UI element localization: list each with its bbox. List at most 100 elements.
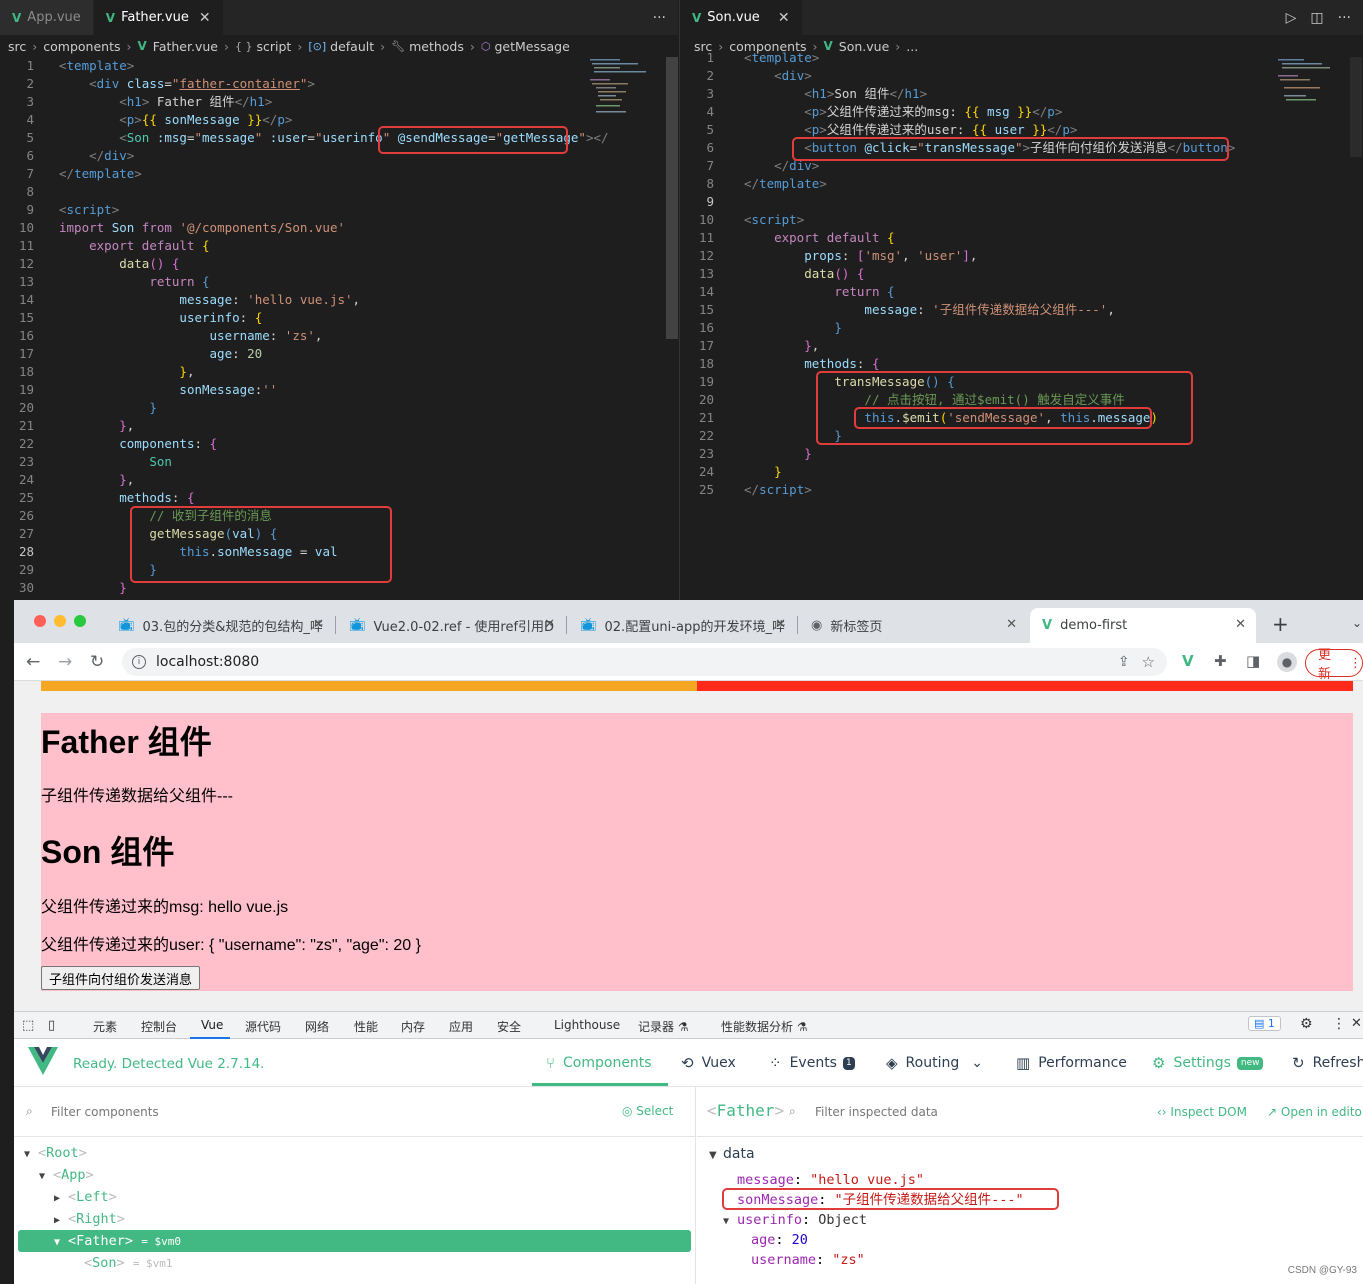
code-line[interactable]: 16 } (680, 319, 1363, 337)
breadcrumb-default[interactable]: default (330, 39, 374, 54)
send-message-button[interactable]: 子组件向付组价发送消息 (41, 966, 201, 990)
data-row-userinfo[interactable]: ▼ userinfo: Object (723, 1210, 867, 1230)
code-line[interactable]: 6 </div> (0, 147, 678, 165)
inspect-element-icon[interactable]: ⬚ (22, 1018, 34, 1033)
code-line[interactable]: 24 } (680, 463, 1363, 481)
components-nav[interactable]: ⑂ Components (546, 1054, 652, 1072)
code-line[interactable]: 23 Son (0, 453, 678, 471)
devtools-tab-network[interactable]: 网络 (305, 1018, 329, 1035)
code-line[interactable]: 14 return { (680, 283, 1363, 301)
browser-tab-demo-first[interactable]: Vdemo-first ✕ (1030, 608, 1256, 643)
minimap[interactable] (588, 57, 658, 117)
profile-avatar[interactable]: ● (1277, 652, 1297, 672)
close-icon[interactable]: ✕ (778, 10, 790, 26)
devtools-tab-performance[interactable]: 性能 (354, 1018, 378, 1035)
tab-search-icon[interactable]: ⌄ (1352, 616, 1362, 630)
close-icon[interactable]: ✕ (1006, 617, 1017, 632)
devtools-tab-memory[interactable]: 内存 (401, 1018, 425, 1035)
extensions-icon[interactable]: ✚ (1214, 652, 1227, 670)
open-in-editor-button[interactable]: ↗ Open in editor (1267, 1105, 1363, 1119)
forward-icon[interactable]: → (58, 652, 72, 672)
close-icon[interactable]: ✕ (775, 617, 786, 632)
browser-tab-3[interactable]: 📺︎ 02.配置uni-app的开发环境_哔 ✕ (568, 608, 796, 643)
maximize-window-button[interactable] (74, 615, 86, 627)
code-line[interactable]: 5 <Son :msg="message" :user="userinfo" @… (0, 129, 678, 147)
browser-tab-2[interactable]: 📺︎ Vue2.0-02.ref - 使用ref引用D ✕ (337, 608, 565, 643)
code-line[interactable]: 17 }, (680, 337, 1363, 355)
device-toolbar-icon[interactable]: ▯ (48, 1018, 55, 1033)
devtools-tab-performance-insights[interactable]: 性能数据分析 ⚗ (721, 1018, 808, 1035)
devtools-tab-elements[interactable]: 元素 (93, 1018, 117, 1035)
update-button[interactable]: 更新 ⋮ (1305, 648, 1363, 682)
more-icon[interactable]: ··· (1338, 10, 1351, 26)
code-line[interactable]: 25 methods: { (0, 489, 678, 507)
address-bar[interactable]: i localhost:8080 ⇪ ☆ (122, 648, 1167, 676)
code-line[interactable]: 12 props: ['msg', 'user'], (680, 247, 1363, 265)
more-vertical-icon[interactable]: ⋮ (1332, 1016, 1346, 1032)
performance-nav[interactable]: ▥ Performance (1016, 1054, 1127, 1072)
editor-scrollbar[interactable] (1350, 57, 1362, 157)
devtools-tab-security[interactable]: 安全 (497, 1018, 521, 1035)
site-info-icon[interactable]: i (132, 655, 146, 669)
code-line[interactable]: 11 export default { (680, 229, 1363, 247)
data-section-toggle[interactable]: ▼ data (709, 1144, 755, 1164)
bookmark-star-icon[interactable]: ☆ (1142, 653, 1155, 671)
inspect-dom-button[interactable]: ‹› Inspect DOM (1157, 1105, 1247, 1119)
code-line[interactable]: 12 data() { (0, 255, 678, 273)
close-window-button[interactable] (34, 615, 46, 627)
reload-icon[interactable]: ↻ (90, 652, 104, 672)
breadcrumb-methods[interactable]: methods (409, 39, 464, 54)
data-row-username[interactable]: username: "zs" (751, 1250, 865, 1270)
tree-node-left[interactable]: ▶ <Left> (54, 1186, 735, 1208)
share-icon[interactable]: ⇪ (1118, 654, 1130, 670)
data-row-age[interactable]: age: 20 (751, 1230, 808, 1250)
settings-nav[interactable]: ⚙ Settings new (1152, 1054, 1264, 1072)
more-icon[interactable]: ··· (653, 10, 666, 26)
code-line[interactable]: 2 <div> (680, 67, 1363, 85)
select-component-button[interactable]: ◎ Select (622, 1104, 673, 1118)
gear-icon[interactable]: ⚙ (1300, 1016, 1313, 1032)
code-line[interactable]: 25 </script> (680, 481, 1363, 499)
code-line[interactable]: 3 <h1> Father 组件</h1> (0, 93, 678, 111)
code-line[interactable]: 21 }, (0, 417, 678, 435)
breadcrumb-components[interactable]: components (43, 39, 120, 54)
code-line[interactable]: 10 import Son from '@/components/Son.vue' (0, 219, 678, 237)
code-line[interactable]: 15 message: '子组件传递数据给父组件---', (680, 301, 1363, 319)
code-line[interactable]: 10 <script> (680, 211, 1363, 229)
code-line[interactable]: 14 message: 'hello vue.js', (0, 291, 678, 309)
code-line[interactable]: 7 </template> (0, 165, 678, 183)
tree-node-right[interactable]: ▶ <Right> (54, 1208, 735, 1230)
issues-badge[interactable]: ▤ 1 (1248, 1016, 1281, 1031)
code-line[interactable]: 11 export default { (0, 237, 678, 255)
code-line[interactable]: 8 </template> (680, 175, 1363, 193)
code-line[interactable]: 13 data() { (680, 265, 1363, 283)
tree-node-father[interactable]: ▼ <Father> = $vm0 (18, 1230, 691, 1252)
data-row-message[interactable]: message: "hello vue.js" (737, 1170, 924, 1190)
code-line[interactable]: 20 } (0, 399, 678, 417)
code-line[interactable]: 13 return { (0, 273, 678, 291)
code-line[interactable]: 3 <h1>Son 组件</h1> (680, 85, 1363, 103)
code-line[interactable]: 24 }, (0, 471, 678, 489)
code-line[interactable]: 16 username: 'zs', (0, 327, 678, 345)
minimize-window-button[interactable] (54, 615, 66, 627)
code-line[interactable]: 1 <template> (0, 57, 678, 75)
code-line[interactable]: 18 }, (0, 363, 678, 381)
close-icon[interactable]: ✕ (313, 617, 324, 632)
editor-scrollbar[interactable] (666, 57, 678, 339)
code-line[interactable]: 22 components: { (0, 435, 678, 453)
code-line[interactable]: 17 age: 20 (0, 345, 678, 363)
devtools-tab-sources[interactable]: 源代码 (245, 1018, 281, 1035)
browser-tab-4[interactable]: ◉ 新标签页 ✕ (799, 608, 1027, 643)
new-tab-button[interactable]: + (1272, 612, 1289, 636)
devtools-tab-vue[interactable]: Vue (201, 1018, 223, 1032)
code-line[interactable]: 9 <script> (0, 201, 678, 219)
filter-components-input[interactable]: Filter components (51, 1105, 159, 1119)
browser-tab-1[interactable]: 📺︎ 03.包的分类&规范的包结构_哔 ✕ (106, 608, 334, 643)
back-icon[interactable]: ← (26, 652, 40, 672)
devtools-tab-lighthouse[interactable]: Lighthouse (554, 1018, 620, 1032)
run-icon[interactable]: ▷ (1286, 10, 1297, 26)
filter-inspected-data-input[interactable]: Filter inspected data (815, 1105, 938, 1119)
code-line[interactable]: 23 } (680, 445, 1363, 463)
code-line[interactable]: 2 <div class="father-container"> (0, 75, 678, 93)
devtools-tab-console[interactable]: 控制台 (141, 1018, 177, 1035)
